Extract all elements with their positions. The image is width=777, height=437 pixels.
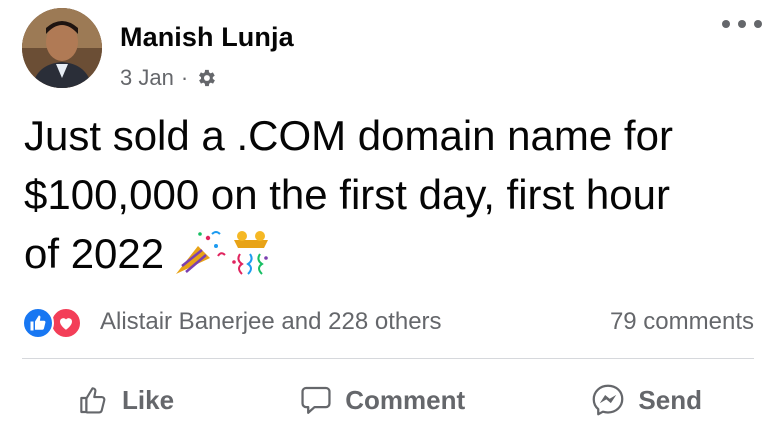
more-dot <box>722 20 730 28</box>
like-icon <box>22 307 54 339</box>
post-actions: Like Comment Send <box>22 366 754 434</box>
post-text-line: $100,000 on the first day, first hour <box>24 171 670 218</box>
post-card: Manish Lunja 3 Jan · Just sold a .COM do… <box>0 0 777 437</box>
avatar-photo <box>22 8 102 88</box>
comment-bubble-icon <box>299 383 333 417</box>
like-button[interactable]: Like <box>74 376 178 424</box>
post-meta: 3 Jan · <box>120 64 217 92</box>
author-name[interactable]: Manish Lunja <box>120 22 294 53</box>
meta-separator: · <box>180 65 189 90</box>
comment-button-label: Comment <box>345 384 466 415</box>
post-header: Manish Lunja 3 Jan · <box>22 8 762 94</box>
like-button-label: Like <box>122 384 175 415</box>
post-stats: Alistair Banerjee and 228 others 79 comm… <box>22 300 754 344</box>
more-dot <box>754 20 762 28</box>
reactions-summary[interactable]: Alistair Banerjee and 228 others <box>22 305 442 339</box>
post-body: Just sold a .COM domain name for $100,00… <box>24 106 764 293</box>
author-avatar[interactable] <box>22 8 102 88</box>
popper-2 <box>232 231 269 275</box>
send-button[interactable]: Send <box>586 374 706 426</box>
thumbs-up-icon <box>78 384 110 416</box>
more-dot <box>738 20 746 28</box>
reactions-text: Alistair Banerjee and 228 others <box>100 308 442 335</box>
reaction-icons <box>22 305 90 339</box>
post-text-line: of 2022 <box>24 224 764 293</box>
love-icon <box>50 307 82 339</box>
comments-count[interactable]: 79 comments <box>610 308 754 336</box>
post-text-line-3: of 2022 <box>24 230 165 277</box>
post-text-line: Just sold a .COM domain name for <box>24 112 673 159</box>
gear-icon[interactable] <box>195 67 217 89</box>
comment-button[interactable]: Comment <box>295 375 469 425</box>
send-button-label: Send <box>638 384 702 415</box>
messenger-icon <box>590 382 626 418</box>
party-popper-icon <box>172 228 272 293</box>
divider <box>22 358 754 359</box>
post-date[interactable]: 3 Jan <box>120 65 174 91</box>
more-options-icon[interactable] <box>722 14 762 34</box>
popper-1 <box>176 231 226 274</box>
